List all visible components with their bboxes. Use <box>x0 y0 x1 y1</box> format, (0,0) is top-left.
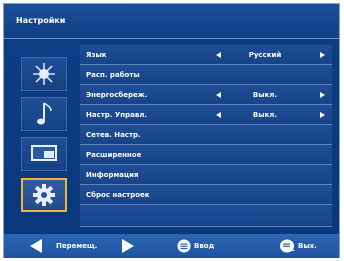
menu-item-control-settings[interactable]: Настр. Управл. Выкл. <box>80 105 332 125</box>
menu-item-label: Сетев. Настр. <box>86 131 141 139</box>
sidebar-item-screen[interactable] <box>21 137 67 171</box>
screen-icon <box>31 145 57 161</box>
page-title: Настройки <box>16 16 66 25</box>
menu-item-information[interactable]: Информация <box>80 165 332 185</box>
arrow-right-icon[interactable] <box>122 239 134 253</box>
menu-item-network[interactable]: Сетев. Настр. <box>80 125 332 145</box>
music-note-icon <box>37 102 52 125</box>
gear-icon <box>33 184 55 206</box>
menu-item-value: Русский <box>248 51 282 59</box>
menu-item-label: Расп. работы <box>86 71 140 79</box>
menu-item-label: Расширенное <box>86 151 142 159</box>
sidebar-item-picture[interactable] <box>21 57 67 91</box>
arrow-right-icon[interactable] <box>320 92 325 98</box>
menu-item-label: Настр. Управл. <box>86 111 148 119</box>
arrow-left-icon[interactable] <box>30 239 42 253</box>
arrow-left-icon[interactable] <box>216 112 221 118</box>
menu-item-value: Выкл. <box>252 91 278 99</box>
menu-item-language[interactable]: Язык Русский <box>80 45 332 65</box>
sidebar-item-settings[interactable] <box>21 178 67 212</box>
exit-icon[interactable] <box>280 239 296 253</box>
arrow-left-icon[interactable] <box>216 92 221 98</box>
enter-icon[interactable] <box>177 239 191 253</box>
exit-label: Вых. <box>298 242 317 250</box>
menu-item-label: Информация <box>86 171 139 179</box>
arrow-left-icon[interactable] <box>216 52 221 58</box>
menu-item-reset[interactable]: Сброс настроек <box>80 185 332 205</box>
menu-item-empty <box>80 205 332 227</box>
menu-item-power-saving[interactable]: Энергосбереж. Выкл. <box>80 85 332 105</box>
menu-item-schedule[interactable]: Расп. работы <box>80 65 332 85</box>
move-label: Перемещ. <box>56 242 98 250</box>
settings-menu: Язык Русский Расп. работы Энергосбереж. … <box>80 45 332 229</box>
sidebar-item-sound[interactable] <box>21 97 67 131</box>
arrow-right-icon[interactable] <box>320 112 325 118</box>
brightness-icon <box>33 63 55 85</box>
menu-item-value: Выкл. <box>252 111 278 119</box>
menu-item-advanced[interactable]: Расширенное <box>80 145 332 165</box>
arrow-right-icon[interactable] <box>320 52 325 58</box>
enter-label: Ввод <box>194 242 215 250</box>
menu-item-label: Сброс настроек <box>86 191 150 199</box>
menu-item-label: Язык <box>86 51 107 59</box>
menu-item-label: Энергосбереж. <box>86 91 148 99</box>
footer-bar: Перемещ. Ввод Вых. <box>4 234 339 258</box>
